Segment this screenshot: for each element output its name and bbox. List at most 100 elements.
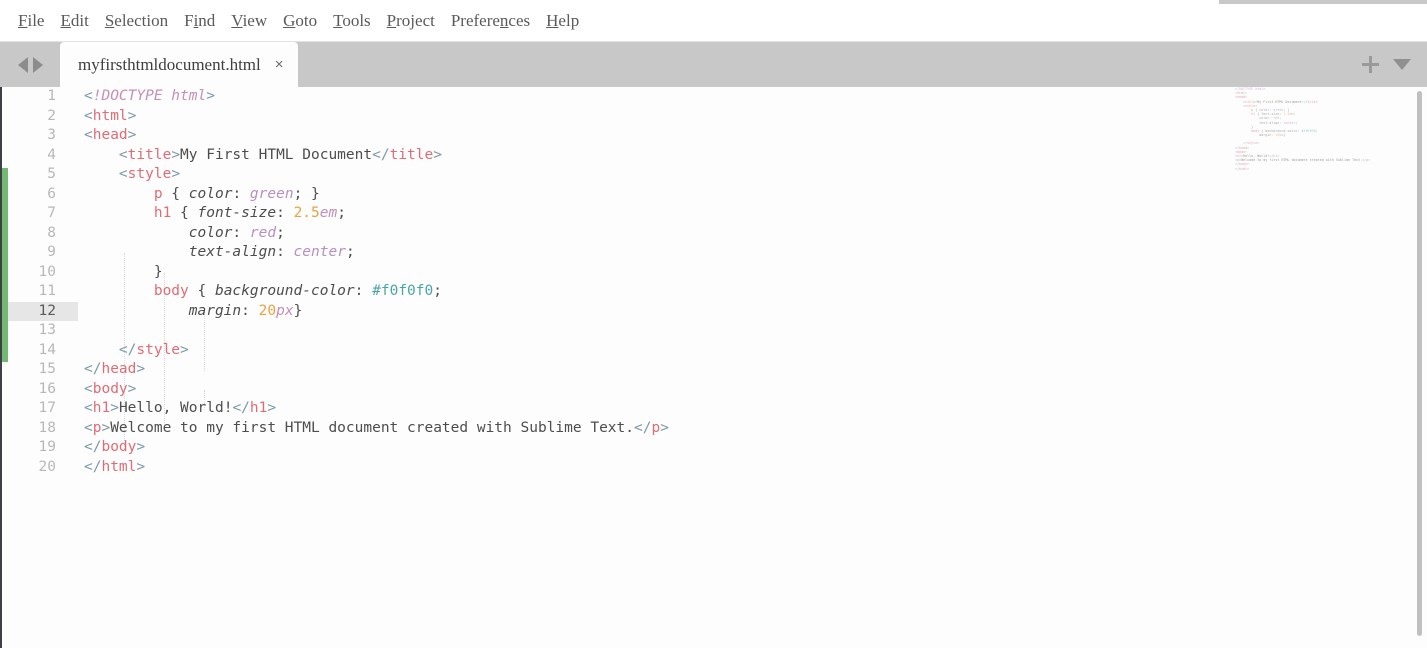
code-text[interactable]: h1 { font-size: 2.5em; [84,204,346,224]
editor-pane[interactable]: 1 <!DOCTYPE html> 2 <html> 3 <head> 4 <title>M… [0,87,1427,648]
menu-item-view[interactable]: View [223,0,275,41]
line-number: 5 [47,166,56,182]
code-text[interactable]: </head> [84,360,145,380]
code-line[interactable]: 5 <style> [0,165,1200,185]
code-line[interactable]: 11 body { background-color: #f0f0f0; [0,282,1200,302]
menu-item-selection[interactable]: Selection [97,0,176,41]
code-line[interactable]: 4 <title>My First HTML Document</title> [0,146,1200,166]
code-line[interactable]: 8 color: red; [0,224,1200,244]
code-line[interactable]: 20 </html> [0,458,1200,478]
tab-bar: myfirsthtmldocument.html × [0,42,1427,87]
code-line[interactable]: 2 <html> [0,107,1200,127]
code-text[interactable]: text-align: center; [84,243,355,263]
token-tag: html [92,107,128,124]
code-line[interactable]: 9 text-align: center; [0,243,1200,263]
triangle-right-icon[interactable] [32,56,43,73]
token-prop: text-align [188,244,277,260]
chevron-down-icon[interactable] [1393,59,1411,70]
close-icon[interactable]: × [275,57,284,72]
token-val: green [249,185,294,202]
code-text[interactable]: <style> [84,165,180,185]
line-number: 7 [47,205,56,221]
token-punct: < [84,88,93,104]
line-number: 15 [38,361,56,377]
code-text[interactable]: <h1>Hello, World!</h1> [84,399,276,419]
code-text[interactable]: color: red; [84,224,285,244]
token-sel: p [153,185,163,202]
code-line[interactable]: 19 </body> [0,438,1200,458]
minimap-token: > [1315,99,1318,104]
code-text[interactable]: <p>Welcome to my first HTML document cre… [84,419,669,439]
vertical-scrollbar[interactable] [1409,87,1427,648]
code-text[interactable]: p { color: green; } [84,185,320,205]
token-punct: < [118,146,128,163]
token-tag: title [389,146,434,163]
code-text[interactable]: body { background-color: #f0f0f0; [84,282,442,302]
line-number: 18 [38,419,56,436]
code-line[interactable]: 10 } [0,263,1200,283]
code-line[interactable]: 3 <head> [0,126,1200,146]
line-number: 10 [38,263,56,280]
token-brace: ; [276,224,285,241]
minimap-token: ; [1295,120,1298,125]
menu-item-preferences[interactable]: Preferences [443,0,538,41]
code-line[interactable]: 15 </head> [0,360,1200,380]
code-text[interactable]: } [84,263,163,283]
line-number: 1 [47,88,56,104]
minimap[interactable]: <!DOCTYPE html> <html> <head> <title>My Fi… [1219,87,1409,648]
token-num: 20 [258,302,277,319]
menu-item-edit[interactable]: Edit [52,0,96,41]
token-punct: > [267,400,277,416]
token-punct: > [127,107,137,124]
token-punct: > [136,439,146,455]
plus-icon[interactable] [1362,56,1379,73]
code-text[interactable]: margin: 20px} [84,302,303,322]
code-text[interactable]: </html> [84,458,145,478]
code-text[interactable]: <body> [84,380,136,400]
minimap-token: #f0f0f0 [1301,128,1316,133]
code-line[interactable]: 18 <p>Welcome to my first HTML document c… [0,419,1200,439]
code-text[interactable]: </body> [84,438,145,458]
token-doctype: !DOCTYPE html [92,88,207,104]
code-line[interactable]: 14 </style> [0,341,1200,361]
code-text[interactable]: <html> [84,107,136,127]
code-text[interactable]: <!DOCTYPE html> [84,87,215,107]
menu-item-file[interactable]: File [10,0,52,41]
tab-bar-spacer [298,42,1363,87]
token-val: red [249,224,277,241]
menu-item-goto[interactable]: Goto [275,0,325,41]
code-text[interactable]: <head> [84,126,136,146]
token-tag: h1 [92,400,111,416]
token-sel: body [153,283,189,299]
token-prop: background-color [214,283,355,299]
code-line[interactable]: 7 h1 { font-size: 2.5em; [0,204,1200,224]
token-tag: body [92,380,128,397]
code-line[interactable]: 17 <h1>Hello, World!</h1> [0,399,1200,419]
code-line[interactable]: 13 [0,321,1200,341]
line-number: 17 [38,400,56,416]
token-prop: color [188,185,233,202]
code-text[interactable]: <title>My First HTML Document</title> [84,146,442,166]
menu-item-help[interactable]: Help [538,0,587,41]
menu-item-project[interactable]: Project [379,0,443,41]
code-line[interactable]: 12 margin: 20px} [0,301,1200,322]
code-lines[interactable]: 1 <!DOCTYPE html> 2 <html> 3 <head> 4 <title>M… [0,87,1200,648]
scrollbar-thumb[interactable] [1417,91,1422,636]
triangle-left-icon[interactable] [17,56,28,73]
token-punct: < [84,107,93,124]
code-line[interactable]: 16 <body> [0,380,1200,400]
token-punct: < [84,380,93,397]
code-text[interactable]: </style> [84,341,189,361]
menu-item-tools[interactable]: Tools [325,0,379,41]
line-number: 19 [38,439,56,455]
token-brace: { [188,283,215,299]
menu-item-find[interactable]: Find [176,0,223,41]
editor-tab[interactable]: myfirsthtmldocument.html × [60,42,298,87]
code-line[interactable]: 1 <!DOCTYPE html> [0,87,1200,107]
code-line[interactable]: 6 p { color: green; } [0,185,1200,205]
line-number: 8 [47,224,56,241]
